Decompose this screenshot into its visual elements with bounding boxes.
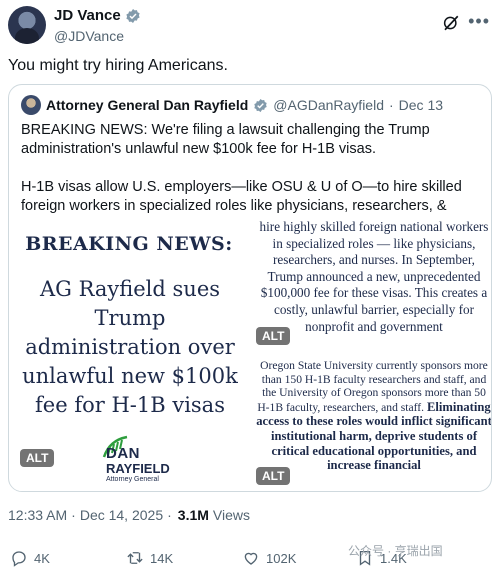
author-name[interactable]: JD Vance xyxy=(54,7,121,24)
quoted-author-name: Attorney General Dan Rayfield xyxy=(46,97,249,113)
ag-logo: DAN RAYFIELD Attorney General xyxy=(102,435,172,483)
post-time[interactable]: 12:33 AM xyxy=(8,507,67,523)
logo-caption: Attorney General xyxy=(106,476,159,483)
dot-separator: · xyxy=(388,97,394,113)
quoted-paragraph-1: BREAKING NEWS: We're filing a lawsuit ch… xyxy=(21,122,430,157)
views-count: 3.1M xyxy=(177,507,209,523)
verified-badge-icon xyxy=(126,8,140,23)
image-headline: BREAKING NEWS: xyxy=(25,233,233,255)
logo-dan: DAN xyxy=(106,445,140,462)
quoted-post-date: Dec 13 xyxy=(398,97,444,113)
reply-count: 4K xyxy=(34,550,50,566)
post-header: JD Vance @JDVance ••• xyxy=(8,4,492,46)
verified-badge-icon xyxy=(254,98,267,112)
alt-badge[interactable]: ALT xyxy=(256,467,291,485)
like-button[interactable]: 102K xyxy=(242,549,296,567)
more-icon[interactable]: ••• xyxy=(468,12,490,30)
like-count: 102K xyxy=(266,550,297,566)
repost-count: 14K xyxy=(150,550,174,566)
quoted-author-avatar xyxy=(21,95,41,115)
post-date[interactable]: Dec 14, 2025 xyxy=(80,507,163,523)
alt-badge[interactable]: ALT xyxy=(20,449,55,467)
image-right-bottom-text: Oregon State University currently sponso… xyxy=(256,359,491,491)
image-body-text: AG Rayfield sues Trump administration ov… xyxy=(22,277,238,417)
image-divider xyxy=(250,351,491,357)
like-icon xyxy=(244,552,258,565)
watermark: 公众号 · 亨瑞出国 xyxy=(348,544,443,558)
quoted-media: BREAKING NEWS: AG Rayfield sues Trump ad… xyxy=(10,213,491,491)
reply-button[interactable]: 4K xyxy=(10,549,50,567)
author-name-row[interactable]: JD Vance xyxy=(54,7,141,24)
quoted-post[interactable]: Attorney General Dan Rayfield @AGDanRayf… xyxy=(8,84,492,492)
author-avatar[interactable] xyxy=(8,6,46,44)
reply-icon xyxy=(12,551,26,567)
author-handle[interactable]: @JDVance xyxy=(54,28,124,44)
media-image-right[interactable]: hire highly skilled foreign national wor… xyxy=(248,213,491,491)
grok-icon[interactable] xyxy=(442,14,460,32)
quoted-post-header: Attorney General Dan Rayfield @AGDanRayf… xyxy=(21,95,443,115)
dot-separator: · xyxy=(167,507,172,523)
quoted-author-handle: @AGDanRayfield xyxy=(273,97,384,113)
post-text: You might try hiring Americans. xyxy=(8,57,228,74)
views-label: Views xyxy=(212,507,251,523)
media-image-left[interactable]: BREAKING NEWS: AG Rayfield sues Trump ad… xyxy=(10,213,248,491)
image-right-top-text: hire highly skilled foreign national wor… xyxy=(259,219,489,334)
dot-separator: · xyxy=(71,507,76,523)
repost-button[interactable]: 14K xyxy=(126,549,173,567)
logo-rayfield: RAYFIELD xyxy=(106,461,170,476)
repost-icon xyxy=(127,552,143,564)
alt-badge[interactable]: ALT xyxy=(256,327,291,345)
post-meta: 12:33 AM · Dec 14, 2025 · 3.1M Views xyxy=(8,507,250,523)
